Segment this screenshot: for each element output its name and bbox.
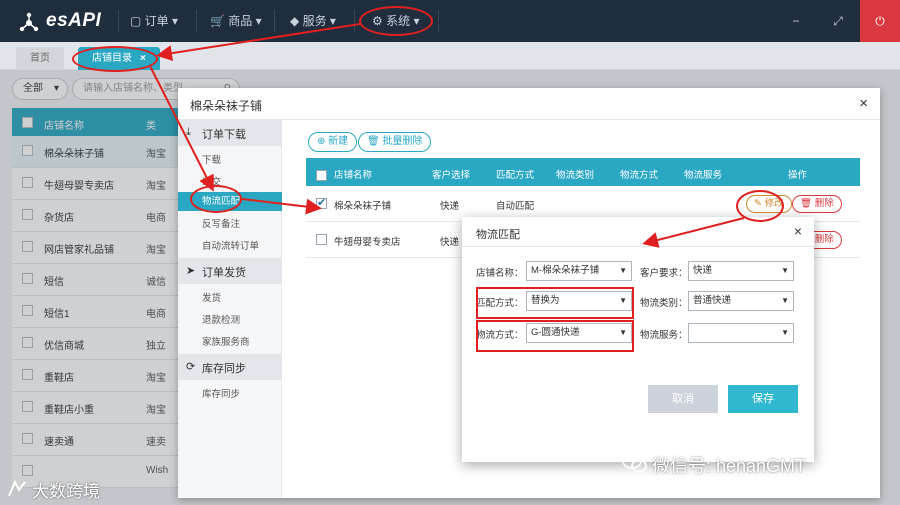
logistics-type-select[interactable]: 普通快递 ▼ [688,291,794,311]
batch-delete-button[interactable]: 🗑 批量删除 [358,132,432,152]
logistics-service-label: 物流服务： [640,330,688,341]
minimize-button[interactable]: − [776,0,816,42]
sidebar-item-writeback-note[interactable]: 反写备注 [202,216,240,230]
annotation-rect-match [476,287,634,319]
sidebar-item-download[interactable]: 下载 [202,152,221,166]
column-header: 匹配方式 [496,170,535,181]
annotation-circle-edit [736,190,784,222]
annotation-circle-tab [72,46,158,72]
nav-divider [196,10,197,32]
row-checkbox[interactable] [316,196,327,209]
trash-icon: 🗑 [367,136,380,147]
save-button[interactable]: 保存 [728,385,798,413]
close-icon[interactable]: × [859,95,868,112]
tab-home[interactable]: 首页 [16,47,64,70]
shop-name: 牛翅母婴专卖店 [334,237,401,248]
column-header: 物流方式 [620,170,659,181]
trash-icon: 🗑 [800,198,813,209]
chevron-down-icon: ▼ [781,328,789,337]
sidebar-item-provider[interactable]: 家族服务商 [202,334,250,348]
logistics-type-label: 物流类别： [640,298,688,309]
nav-divider [438,10,439,32]
close-icon[interactable]: × [794,223,802,239]
nav-item-orders[interactable]: ▢ 订单 ▾ [130,12,178,29]
app-logo[interactable]: esAPI [18,8,138,34]
nav-divider [274,10,275,32]
nav-divider [354,10,355,32]
new-button[interactable]: ⊕ 新建 [308,132,358,152]
nav-label: 商品 [228,14,253,28]
delete-button[interactable]: 🗑 删除 [792,195,842,213]
match-method: 自动匹配 [496,201,535,212]
button-label: 删除 [814,198,834,209]
column-header: 物流服务 [684,170,723,181]
shop-name: 棉朵朵袜子铺 [334,201,392,212]
wechat-watermark: 微信号: henanGMT [652,456,807,476]
plus-icon: ⊕ [317,136,326,147]
dialog-title: 棉朵朵袜子铺 [190,99,263,113]
shop-label: 店铺名称： [476,268,524,279]
logo-text: esAPI [46,10,102,31]
column-header: 店铺名称 [334,170,373,181]
settings-sidebar: ⤓ 订单下载 下载 递交 物流匹配 反写备注 自动流转订单 ➤ 订单发货 发货 退款… [178,120,282,498]
customer-choice: 快递 [440,237,460,248]
maximize-button[interactable]: ⤢ [818,0,858,42]
logistics-service-select[interactable]: ▼ [688,323,794,343]
tab-label: 首页 [30,53,50,64]
logo-icon [19,12,39,32]
table-header: 店铺名称 客户选择 匹配方式 物流类别 物流方式 物流服务 操作 [306,158,860,186]
select-value: 普通快递 [693,295,732,306]
chevron-down-icon: ▼ [781,266,789,275]
customer-select[interactable]: 快递 ▼ [688,261,794,281]
group-label: 订单下载 [202,129,246,141]
button-label: 新建 [328,136,349,147]
sidebar-item-refund-check[interactable]: 退款检测 [202,312,240,326]
nav-item-products[interactable]: 🛒 商品 ▾ [210,12,262,29]
sidebar-group-order-download[interactable]: ⤓ 订单下载 [178,120,282,146]
sidebar-group-order-ship[interactable]: ➤ 订单发货 [178,258,282,284]
brand-logo-icon [8,479,26,497]
column-header: 客户选择 [432,170,471,181]
brand-watermark: 大数跨境 [32,482,100,501]
nav-label: 服务 [302,14,327,28]
column-header: 操作 [788,170,808,181]
dialog-title: 物流匹配 [476,229,520,241]
annotation-circle-system [359,6,433,36]
annotation-rect-method [476,320,634,352]
power-button[interactable]: ⏻ [860,0,900,42]
customer-choice: 快递 [440,201,460,212]
top-navbar: esAPI ▢ 订单 ▾ 🛒 商品 ▾ ◆ 服务 ▾ ⚙ 系统 ▾ − ⤢ ⏻ [0,0,900,42]
chevron-down-icon: ▼ [619,266,627,275]
wechat-icon [622,453,647,473]
button-label: 删除 [814,234,834,245]
nav-item-services[interactable]: ◆ 服务 ▾ [290,12,336,29]
sidebar-item-auto-flow[interactable]: 自动流转订单 [202,238,259,252]
customer-label: 客户要求： [640,268,688,279]
select-value: M-棉朵朵袜子铺 [531,265,600,276]
button-label: 批量删除 [382,136,423,147]
shop-select[interactable]: M-棉朵朵袜子铺 ▼ [526,261,632,281]
annotation-circle-sidebar [190,185,242,213]
send-icon: ➤ [186,265,196,277]
column-header: 物流类别 [556,170,595,181]
download-icon: ⤓ [186,126,191,138]
sidebar-item-stock-sync[interactable]: 库存同步 [202,386,240,400]
row-checkbox[interactable] [316,234,327,245]
sidebar-group-stock-sync[interactable]: ⟳ 库存同步 [178,354,282,380]
refresh-icon: ⟳ [186,361,196,373]
sidebar-item-ship[interactable]: 发货 [202,290,221,304]
select-value: 快递 [693,265,713,276]
select-all-checkbox[interactable] [316,170,327,181]
dialog-header: 棉朵朵袜子铺 × [178,88,880,120]
cancel-button[interactable]: 取消 [648,385,718,413]
group-label: 订单发货 [202,267,246,279]
group-label: 库存同步 [202,363,246,375]
chevron-down-icon: ▼ [781,296,789,305]
nav-label: 订单 [144,14,169,28]
nav-divider [118,10,119,32]
